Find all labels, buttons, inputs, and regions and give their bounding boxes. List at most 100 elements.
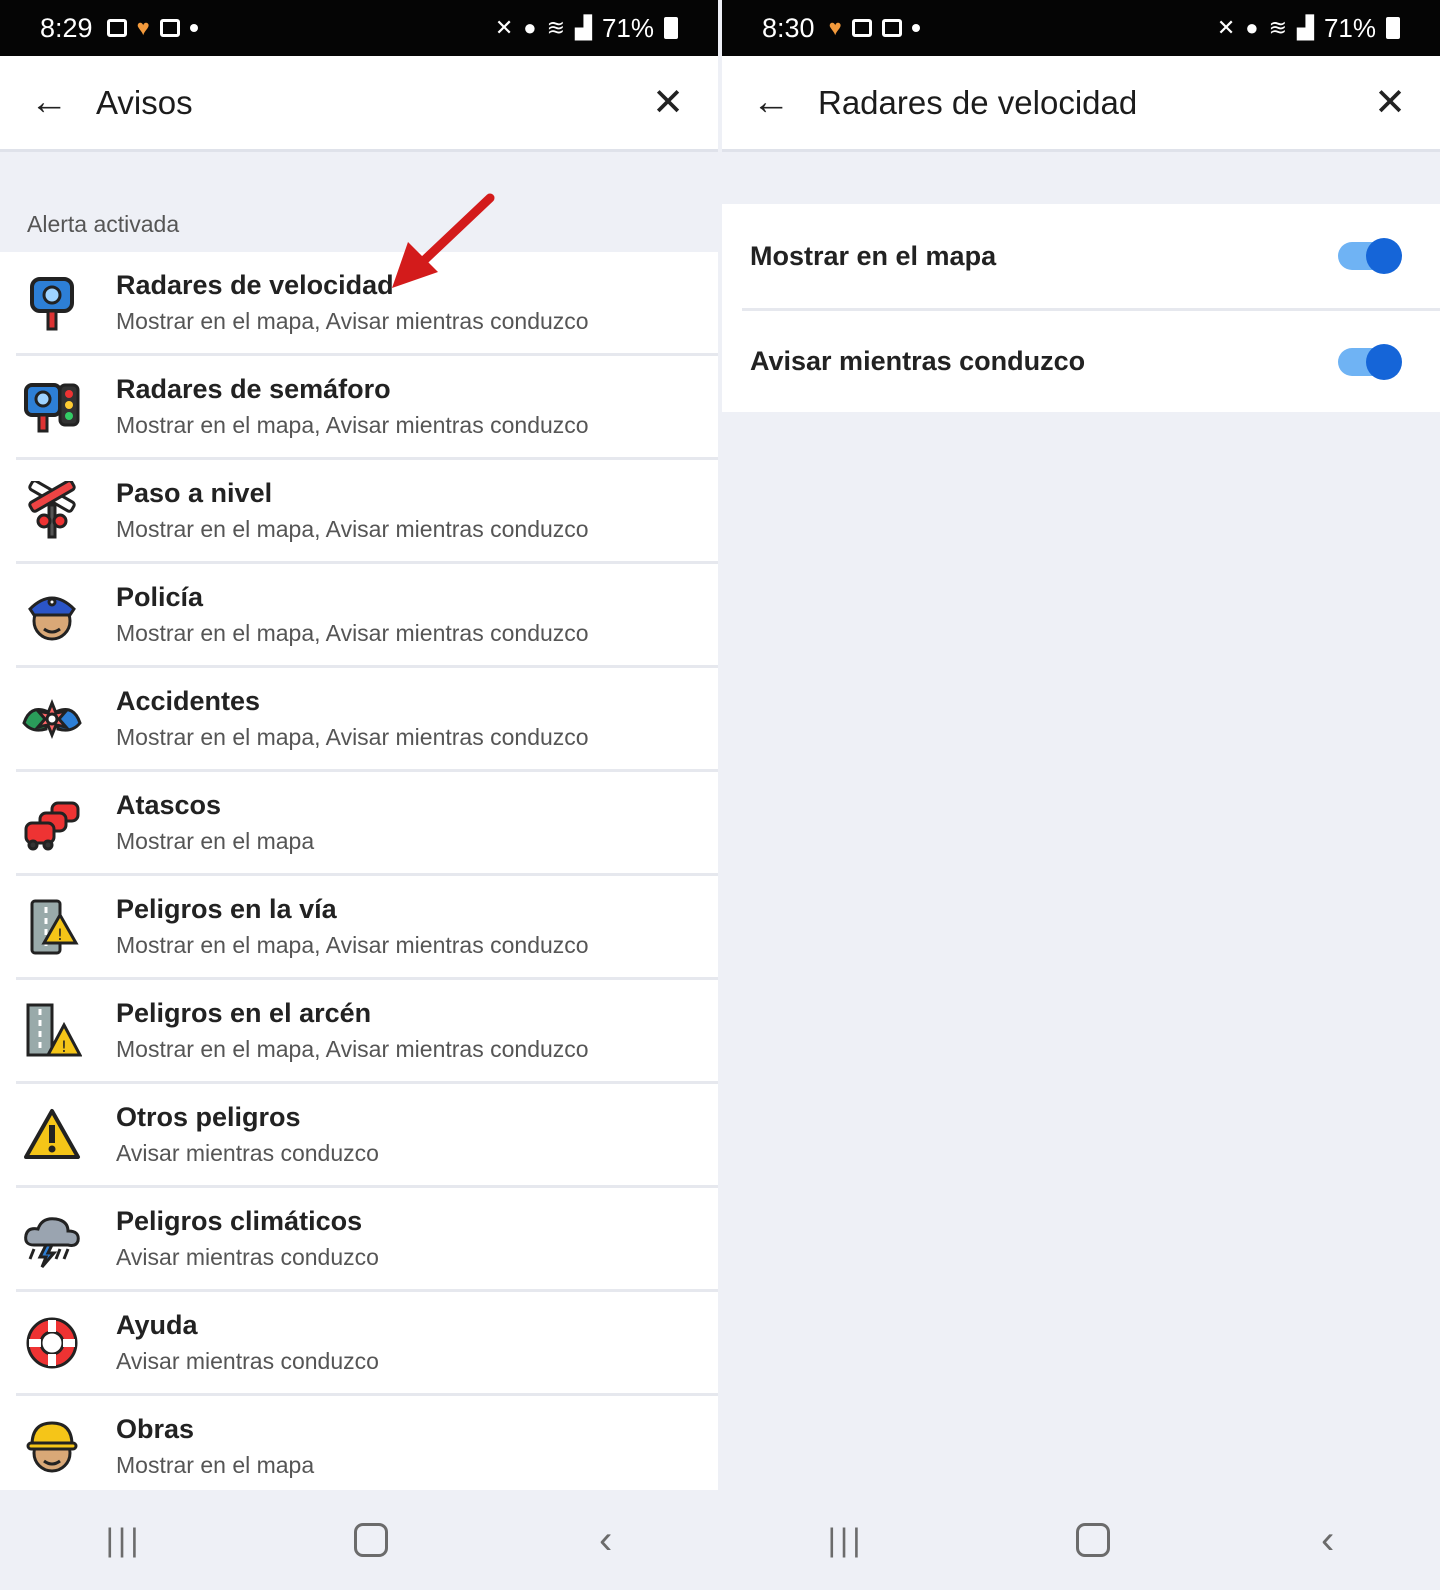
calendar-icon: [159, 19, 180, 37]
speed-camera-icon: [20, 271, 84, 335]
list-item-peligros-arcen[interactable]: ! Peligros en el arcén Mostrar en el map…: [16, 980, 718, 1084]
back-arrow-icon[interactable]: ←: [752, 81, 816, 124]
list-item-ayuda[interactable]: Ayuda Avisar mientras conduzco: [16, 1292, 718, 1396]
mute-icon: ✕: [1216, 15, 1236, 40]
alert-list: Radares de velocidad Mostrar en el mapa,…: [0, 252, 718, 1500]
battery-level: 71%: [1323, 12, 1376, 43]
svg-text:!: !: [61, 1037, 67, 1056]
list-item-paso-nivel[interactable]: Paso a nivel Mostrar en el mapa, Avisar …: [16, 460, 718, 564]
home-button[interactable]: [1075, 1523, 1110, 1557]
item-subtitle: Avisar mientras conduzco: [116, 1139, 379, 1166]
item-name: Accidentes: [116, 685, 261, 716]
calendar-icon: [881, 19, 902, 37]
wifi-icon: ≋: [1268, 15, 1288, 40]
list-item-peligros-via[interactable]: ! Peligros en la vía Mostrar en el mapa,…: [16, 876, 718, 980]
close-icon[interactable]: ✕: [1374, 80, 1406, 125]
radares-velocidad-screen: 8:30 ♥ ✕ ● ≋ ▟ 71% ← Radares de velocida…: [722, 0, 1440, 1590]
list-item-obras[interactable]: Obras Mostrar en el mapa: [16, 1396, 718, 1500]
status-time: 8:29: [40, 12, 93, 43]
warning-icon: [20, 1103, 84, 1167]
app-bar: ← Radares de velocidad ✕: [722, 56, 1440, 152]
storm-icon: [20, 1207, 84, 1271]
system-back-button[interactable]: ‹: [599, 1518, 612, 1563]
app-notification-icon: ♥: [136, 15, 150, 40]
lifebuoy-icon: [20, 1311, 84, 1375]
page-title: Radares de velocidad: [818, 83, 1138, 121]
list-item-radares-semaforo[interactable]: Radares de semáforo Mostrar en el mapa, …: [16, 356, 718, 460]
signal-icon: ▟: [575, 15, 592, 40]
item-subtitle: Mostrar en el mapa, Avisar mientras cond…: [116, 411, 589, 438]
battery-icon: [664, 17, 678, 39]
system-back-button[interactable]: ‹: [1321, 1518, 1334, 1563]
item-name: Peligros en el arcén: [116, 997, 372, 1028]
setting-label: Avisar mientras conduzco: [750, 346, 1086, 376]
section-header: Alerta activada: [27, 211, 180, 237]
traffic-light-camera-icon: [20, 375, 84, 439]
item-name: Paso a nivel: [116, 477, 273, 508]
setting-mostrar-mapa[interactable]: Mostrar en el mapa: [722, 204, 1440, 308]
more-notifications-icon: [189, 24, 198, 32]
shoulder-hazard-icon: !: [20, 999, 84, 1063]
item-subtitle: Mostrar en el mapa, Avisar mientras cond…: [116, 723, 589, 750]
item-name: Obras: [116, 1413, 195, 1444]
home-button[interactable]: [353, 1523, 388, 1557]
list-item-otros-peligros[interactable]: Otros peligros Avisar mientras conduzco: [16, 1084, 718, 1188]
wifi-icon: ≋: [546, 15, 566, 40]
item-subtitle: Mostrar en el mapa, Avisar mientras cond…: [116, 1035, 589, 1062]
recents-button[interactable]: |||: [106, 1522, 143, 1559]
item-name: Peligros en la vía: [116, 893, 337, 924]
warn-while-driving-toggle[interactable]: [1338, 343, 1402, 380]
item-subtitle: Mostrar en el mapa, Avisar mientras cond…: [116, 619, 589, 646]
app-bar: ← Avisos ✕: [0, 56, 718, 152]
system-nav-bar: ||| ‹: [0, 1490, 718, 1590]
police-icon: [20, 583, 84, 647]
item-name: Radares de semáforo: [116, 373, 391, 404]
item-name: Peligros climáticos: [116, 1205, 363, 1236]
location-icon: ●: [1245, 15, 1259, 40]
setting-avisar-conduzco[interactable]: Avisar mientras conduzco: [742, 308, 1440, 412]
location-icon: ●: [523, 15, 537, 40]
railroad-crossing-icon: [20, 479, 84, 543]
battery-icon: [1386, 17, 1400, 39]
list-item-radares-velocidad[interactable]: Radares de velocidad Mostrar en el mapa,…: [16, 252, 718, 356]
item-subtitle: Avisar mientras conduzco: [116, 1347, 379, 1374]
list-item-atascos[interactable]: Atascos Mostrar en el mapa: [16, 772, 718, 876]
show-on-map-toggle[interactable]: [1338, 238, 1402, 274]
item-name: Atascos: [116, 789, 222, 820]
item-subtitle: Mostrar en el mapa, Avisar mientras cond…: [116, 515, 589, 542]
road-hazard-icon: !: [20, 895, 84, 959]
close-icon[interactable]: ✕: [652, 80, 684, 125]
construction-worker-icon: [20, 1415, 84, 1479]
status-bar: 8:30 ♥ ✕ ● ≋ ▟ 71%: [722, 0, 1440, 56]
battery-level: 71%: [601, 12, 654, 43]
item-subtitle: Mostrar en el mapa, Avisar mientras cond…: [116, 931, 589, 958]
svg-text:!: !: [57, 925, 63, 944]
list-item-accidentes[interactable]: Accidentes Mostrar en el mapa, Avisar mi…: [16, 668, 718, 772]
settings-list: Mostrar en el mapa Avisar mientras condu…: [722, 204, 1440, 412]
app-notification-icon: ♥: [828, 15, 842, 40]
item-name: Radares de velocidad: [116, 269, 394, 300]
list-item-policia[interactable]: Policía Mostrar en el mapa, Avisar mient…: [16, 564, 718, 668]
recents-button[interactable]: |||: [828, 1522, 865, 1559]
page-title: Avisos: [96, 83, 193, 121]
list-item-peligros-climaticos[interactable]: Peligros climáticos Avisar mientras cond…: [16, 1188, 718, 1292]
mute-icon: ✕: [494, 15, 514, 40]
item-subtitle: Avisar mientras conduzco: [116, 1243, 379, 1270]
item-subtitle: Mostrar en el mapa, Avisar mientras cond…: [116, 307, 589, 334]
accident-icon: [20, 687, 84, 751]
avisos-screen: 8:29 ♥ ✕ ● ≋ ▟ 71% ← Avisos ✕ Alerta act…: [0, 0, 718, 1590]
traffic-jam-icon: [20, 791, 84, 855]
toggle-knob: [1366, 238, 1402, 274]
back-arrow-icon[interactable]: ←: [30, 81, 94, 124]
setting-label: Mostrar en el mapa: [750, 240, 997, 271]
item-name: Ayuda: [116, 1309, 198, 1340]
gallery-icon: [106, 19, 127, 37]
item-subtitle: Mostrar en el mapa: [116, 1451, 315, 1478]
status-time: 8:30: [762, 12, 815, 43]
signal-icon: ▟: [1297, 15, 1314, 40]
item-name: Otros peligros: [116, 1101, 301, 1132]
toggle-knob: [1366, 343, 1402, 380]
system-nav-bar: ||| ‹: [722, 1490, 1440, 1590]
gallery-icon: [851, 19, 872, 37]
more-notifications-icon: [911, 24, 920, 32]
